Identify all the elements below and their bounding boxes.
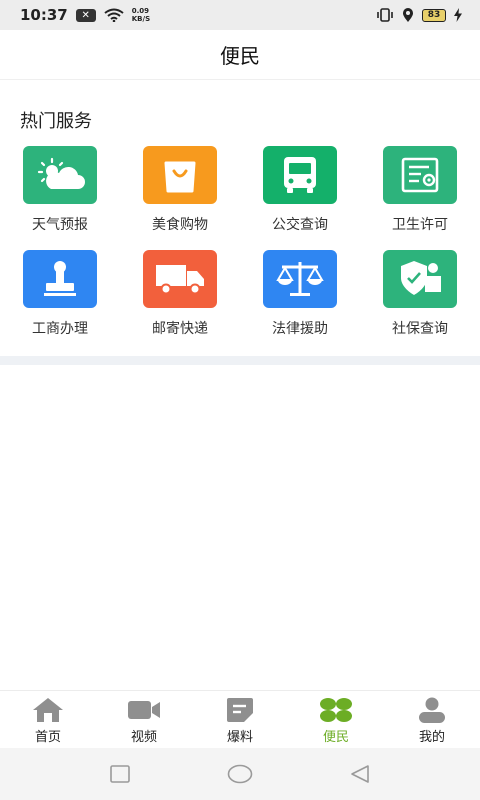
vibrate-icon xyxy=(377,8,393,22)
location-icon xyxy=(403,7,413,22)
clover-icon xyxy=(320,698,352,722)
hot-services-section: 热门服务 天气预报 美食购物 公交查询 卫生许可 工商办理 邮寄快递 法律援助 … xyxy=(0,80,480,356)
section-title: 热门服务 xyxy=(20,111,92,132)
service-health-permit[interactable]: 卫生许可 xyxy=(360,146,480,234)
service-social-security[interactable]: 社保查询 xyxy=(360,250,480,338)
scales-icon xyxy=(263,250,337,308)
circle-icon xyxy=(227,764,253,784)
app-header: 便民 xyxy=(0,30,480,80)
square-icon xyxy=(110,765,130,783)
back-button[interactable] xyxy=(300,764,420,784)
truck-icon xyxy=(143,250,217,308)
service-bus[interactable]: 公交查询 xyxy=(240,146,360,234)
wifi-icon xyxy=(104,8,124,22)
service-label: 美食购物 xyxy=(152,217,208,233)
status-bar: 10:37 ✕ 0.09 KB/S 83 xyxy=(0,0,480,30)
service-label: 公交查询 xyxy=(272,217,328,233)
tab-home[interactable]: 首页 xyxy=(0,691,96,748)
notification-x-icon: ✕ xyxy=(75,8,96,22)
section-divider xyxy=(0,356,480,365)
bus-icon xyxy=(263,146,337,204)
tab-convenience[interactable]: 便民 xyxy=(288,691,384,748)
tab-video[interactable]: 视频 xyxy=(96,691,192,748)
service-label: 天气预报 xyxy=(32,217,88,233)
services-grid: 天气预报 美食购物 公交查询 卫生许可 工商办理 邮寄快递 法律援助 社保查询 xyxy=(0,146,480,338)
service-label: 卫生许可 xyxy=(392,217,448,233)
service-weather[interactable]: 天气预报 xyxy=(0,146,120,234)
charging-icon xyxy=(454,8,462,22)
bottom-tab-bar: 首页 视频 爆料 便民 我的 xyxy=(0,690,480,748)
system-nav-bar xyxy=(0,748,480,800)
service-label: 社保查询 xyxy=(392,321,448,337)
weather-icon xyxy=(23,146,97,204)
home-nav-button[interactable] xyxy=(180,764,300,784)
service-legal-aid[interactable]: 法律援助 xyxy=(240,250,360,338)
status-time: 10:37 xyxy=(20,6,68,24)
stamp-icon xyxy=(23,250,97,308)
service-label: 法律援助 xyxy=(272,321,328,337)
service-express[interactable]: 邮寄快递 xyxy=(120,250,240,338)
service-shopping[interactable]: 美食购物 xyxy=(120,146,240,234)
service-business[interactable]: 工商办理 xyxy=(0,250,120,338)
service-label: 邮寄快递 xyxy=(152,321,208,337)
network-speed: 0.09 KB/S xyxy=(131,7,151,23)
page-title: 便民 xyxy=(220,44,260,68)
home-icon xyxy=(33,698,63,722)
shield-person-icon xyxy=(383,250,457,308)
user-icon xyxy=(419,697,445,723)
shopping-bag-icon xyxy=(143,146,217,204)
battery-indicator: 83 xyxy=(422,8,446,22)
report-icon xyxy=(227,698,253,722)
tab-report[interactable]: 爆料 xyxy=(192,691,288,748)
back-triangle-icon xyxy=(351,765,369,783)
video-camera-icon xyxy=(128,701,160,719)
service-label: 工商办理 xyxy=(32,321,88,337)
recents-button[interactable] xyxy=(60,765,180,783)
tab-mine[interactable]: 我的 xyxy=(384,691,480,748)
certificate-icon xyxy=(383,146,457,204)
